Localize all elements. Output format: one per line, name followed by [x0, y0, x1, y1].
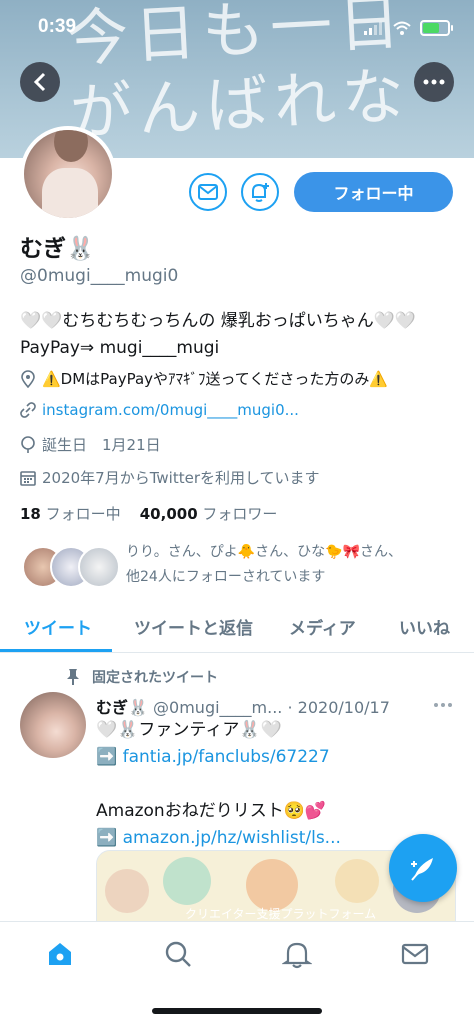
tweet-body: 🤍🐰ファンティア🐰🤍 ➡️ fantia.jp/fanclubs/67227 A… [96, 720, 341, 848]
profile-name: むぎ🐰 [20, 236, 95, 262]
following-button[interactable]: フォロー中 [294, 172, 453, 212]
signal-icon [364, 22, 382, 35]
following-count-link[interactable]: 18 フォロー中 [20, 505, 121, 523]
notification-button[interactable] [241, 173, 279, 211]
more-button[interactable] [414, 62, 454, 102]
website-link[interactable]: instagram.com/0mugi____mugi0... [42, 401, 299, 419]
message-button[interactable] [189, 173, 227, 211]
profile-bio: 🤍🤍むちむちむっちんの 爆乳おっぱいちゃん🤍🤍 PayPay⇒ mugi____… [20, 311, 417, 358]
amazon-link[interactable]: amazon.jp/hz/wishlist/ls... [123, 828, 341, 848]
home-icon[interactable] [45, 939, 75, 969]
pin-icon [67, 669, 79, 685]
profile-avatar[interactable] [20, 126, 116, 222]
tab-media[interactable]: メディア [289, 614, 356, 639]
profile-handle: @0mugi____mugi0 [20, 266, 179, 286]
fantia-link[interactable]: fantia.jp/fanclubs/67227 [123, 747, 330, 767]
tab-tweets-and-replies[interactable]: ツイートと返信 [134, 614, 253, 639]
tweet-avatar[interactable] [20, 692, 86, 758]
more-icon [423, 79, 445, 85]
home-indicator [152, 1008, 322, 1014]
profile-joined: 2020年7月からTwitterを利用しています [20, 467, 320, 488]
back-icon [33, 72, 46, 92]
tweet-more-icon[interactable] [433, 702, 453, 708]
active-tab-indicator [0, 649, 112, 652]
profile-location: ⚠️DMはPayPayやｱﾏｷﾞﾌ送ってくださった方のみ⚠️ [20, 368, 388, 389]
tweet-date: · 2020/10/17 [287, 698, 390, 717]
back-button[interactable] [20, 62, 60, 102]
status-icons [364, 20, 453, 36]
link-preview-caption: クリエイター支援プラットフォーム [185, 907, 377, 921]
tweet-author-name: むぎ🐰 [96, 698, 148, 717]
followers-you-know-avatars[interactable] [22, 546, 122, 588]
follow-counts: 18 フォロー中 40,000 フォロワー [20, 503, 277, 524]
wifi-icon [393, 21, 411, 35]
message-icon [198, 184, 218, 200]
follower-avatar [78, 546, 120, 588]
tab-tweets[interactable]: ツイート [24, 614, 92, 639]
profile-tabs: ツイート ツイートと返信 メディア いいね [0, 604, 474, 653]
compose-tweet-button[interactable] [389, 834, 457, 902]
bell-icon[interactable] [282, 939, 312, 969]
link-icon [20, 402, 36, 418]
compose-icon [411, 858, 433, 881]
tab-likes[interactable]: いいね [399, 614, 450, 639]
profile-website[interactable]: instagram.com/0mugi____mugi0... [20, 401, 299, 419]
followers-count-link[interactable]: 40,000 フォロワー [140, 505, 278, 523]
tweet-header: むぎ🐰 @0mugi____m... · 2020/10/17 [96, 694, 456, 718]
mail-icon[interactable] [400, 939, 430, 969]
calendar-icon [20, 470, 36, 486]
followed-by-text[interactable]: りり。さん、ぴよ🐥さん、ひな🐤🎀さん、 他24人にフォローされています [126, 540, 456, 590]
birthday-icon [21, 435, 35, 453]
pinned-tweet-label: 固定されたツイート [64, 667, 218, 687]
profile-birthday: 誕生日 1月21日 [20, 434, 161, 455]
battery-icon [420, 20, 453, 36]
search-icon[interactable] [163, 939, 193, 969]
status-time: 0:39 [38, 16, 77, 37]
notification-add-icon [252, 183, 269, 202]
status-bar: 0:39 [0, 0, 474, 56]
location-icon [21, 369, 35, 388]
tweet-author-handle: @0mugi____m... [153, 698, 283, 717]
